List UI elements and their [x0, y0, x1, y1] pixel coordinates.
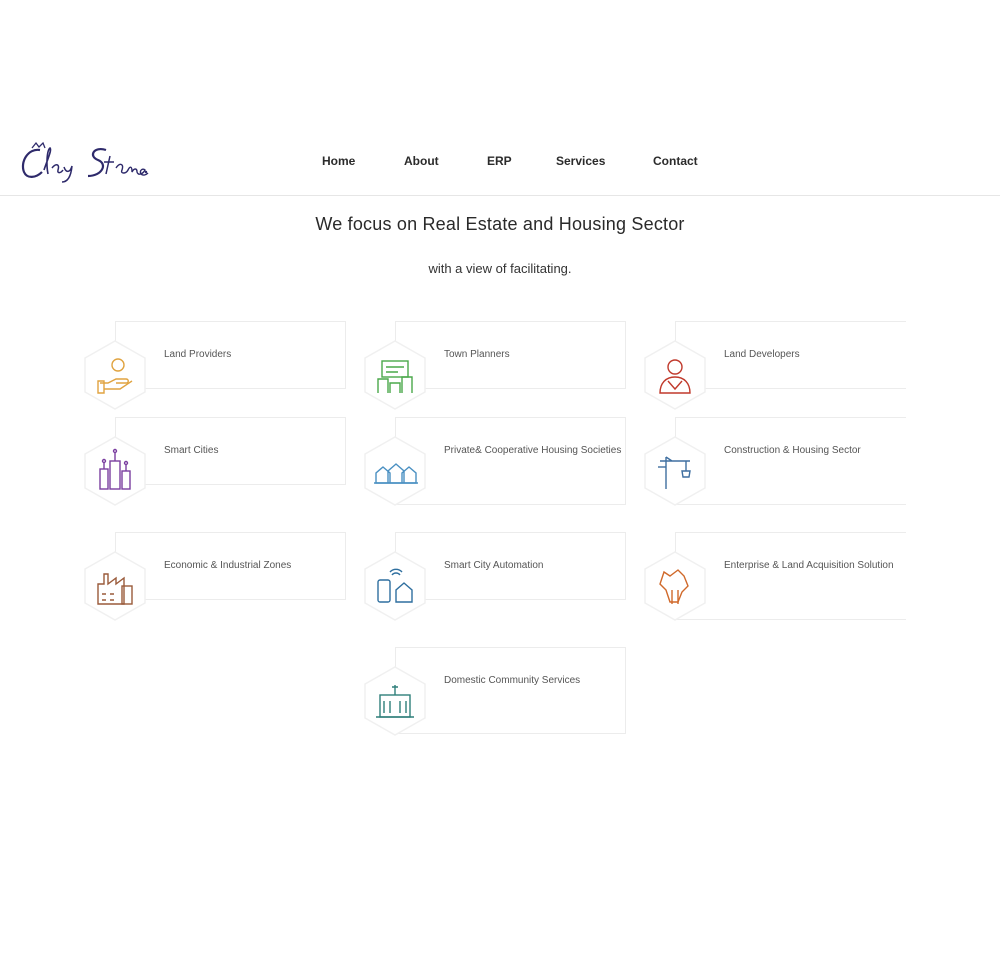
hand-coin-icon: [82, 339, 148, 411]
service-card-land-providers[interactable]: Land Providers: [115, 321, 346, 389]
service-label: Economic & Industrial Zones: [164, 560, 292, 571]
service-label: Enterprise & Land Acquisition Solution: [724, 560, 894, 571]
smart-city-icon: [82, 435, 148, 507]
section-subheading: with a view of facilitating.: [428, 261, 572, 276]
community-building-icon: [362, 665, 428, 737]
service-card-community-services[interactable]: Domestic Community Services: [395, 647, 626, 734]
service-label: Land Providers: [164, 349, 232, 360]
nav-erp[interactable]: ERP: [487, 154, 512, 168]
service-card-economic-zones[interactable]: Economic & Industrial Zones: [115, 532, 346, 600]
service-label: Smart City Automation: [444, 560, 544, 571]
land-acquisition-icon: [642, 550, 708, 622]
housing-society-icon: [362, 435, 428, 507]
smart-home-automation-icon: [362, 550, 428, 622]
service-label: Smart Cities: [164, 445, 219, 456]
main-nav: Home About ERP Services Contact: [0, 154, 1000, 174]
service-card-housing-societies[interactable]: Private& Cooperative Housing Societies: [395, 417, 626, 505]
service-card-smart-cities[interactable]: Smart Cities: [115, 417, 346, 485]
service-label: Town Planners: [444, 349, 510, 360]
nav-home[interactable]: Home: [322, 154, 355, 168]
service-label: Land Developers: [724, 349, 800, 360]
developer-person-icon: [642, 339, 708, 411]
service-label: Private& Cooperative Housing Societies: [444, 445, 622, 456]
site-header: Home About ERP Services Contact: [0, 138, 1000, 196]
factory-icon: [82, 550, 148, 622]
service-label: Construction & Housing Sector: [724, 445, 861, 456]
nav-services[interactable]: Services: [556, 154, 605, 168]
service-card-land-developers[interactable]: Land Developers: [675, 321, 906, 389]
nav-contact[interactable]: Contact: [653, 154, 698, 168]
section-heading: We focus on Real Estate and Housing Sect…: [315, 214, 685, 234]
service-card-land-acquisition[interactable]: Enterprise & Land Acquisition Solution: [675, 532, 906, 620]
service-label: Domestic Community Services: [444, 675, 581, 686]
town-planning-icon: [362, 339, 428, 411]
service-card-construction-housing[interactable]: Construction & Housing Sector: [675, 417, 906, 505]
nav-about[interactable]: About: [404, 154, 439, 168]
service-card-town-planners[interactable]: Town Planners: [395, 321, 626, 389]
construction-crane-icon: [642, 435, 708, 507]
service-card-smart-city-automation[interactable]: Smart City Automation: [395, 532, 626, 600]
